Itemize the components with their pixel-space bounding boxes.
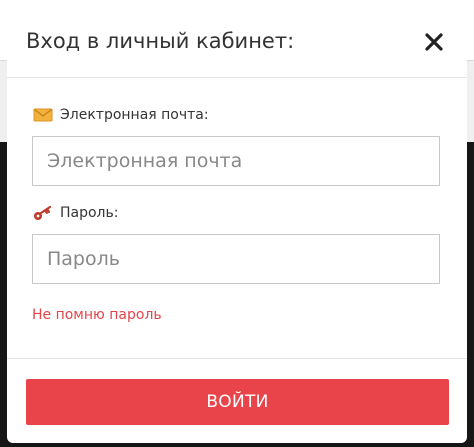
close-button[interactable] [423, 31, 445, 53]
password-label: Пароль: [60, 205, 119, 221]
modal-title: Вход в личный кабинет: [26, 29, 295, 53]
login-button[interactable]: ВОЙТИ [26, 379, 449, 425]
email-field[interactable] [32, 136, 440, 186]
key-icon [33, 205, 53, 221]
modal-footer: ВОЙТИ [7, 358, 467, 443]
email-label-row: Электронная почта: [33, 107, 209, 123]
password-label-row: Пароль: [33, 205, 118, 221]
password-field[interactable] [32, 234, 440, 284]
modal-header: Вход в личный кабинет: [7, 5, 467, 78]
envelope-icon [33, 107, 53, 123]
login-modal: Вход в личный кабинет: Электронная почта… [7, 5, 467, 443]
forgot-password-link[interactable]: Не помню пароль [32, 307, 162, 323]
close-icon [425, 33, 443, 51]
email-label: Электронная почта: [60, 107, 209, 123]
